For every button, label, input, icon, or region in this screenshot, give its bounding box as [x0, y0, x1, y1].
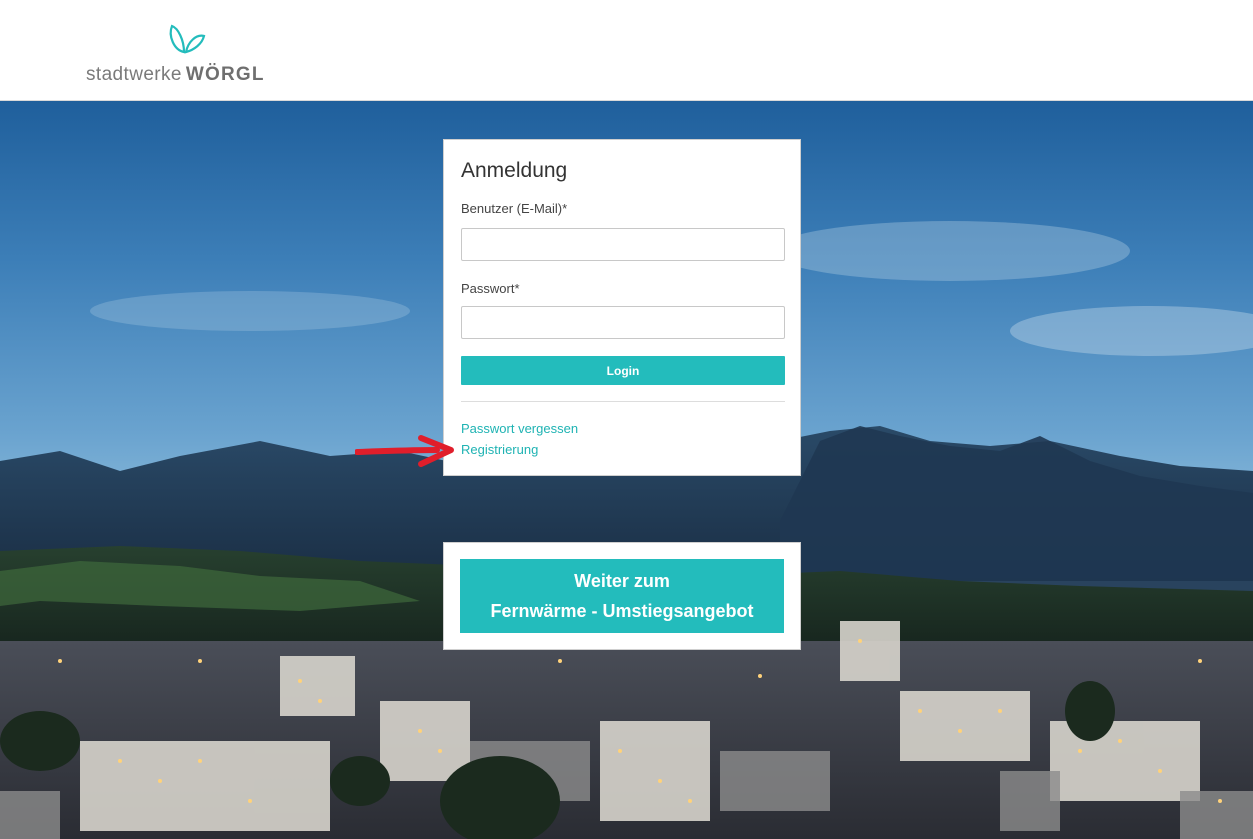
card-divider: [461, 401, 785, 402]
site-header: stadtwerke WÖRGL: [0, 0, 1253, 101]
forgot-password-link[interactable]: Passwort vergessen: [461, 421, 578, 436]
site-logo[interactable]: stadtwerke WÖRGL: [86, 22, 286, 88]
logo-text-light: stadtwerke: [86, 64, 182, 85]
login-card: Anmeldung Benutzer (E-Mail)* Passwort* L…: [443, 139, 801, 476]
cta-line-2: Fernwärme - Umstiegsangebot: [490, 601, 754, 621]
login-title: Anmeldung: [461, 159, 568, 182]
login-button[interactable]: Login: [461, 356, 785, 385]
cta-card: Weiter zum Fernwärme - Umstiegsangebot: [443, 542, 801, 650]
user-email-label: Benutzer (E-Mail)*: [461, 201, 568, 216]
logo-wordmark: stadtwerke WÖRGL: [86, 64, 265, 86]
logo-text-bold: WÖRGL: [185, 64, 265, 85]
butterfly-logo-icon: [169, 24, 206, 54]
register-link[interactable]: Registrierung: [461, 442, 538, 457]
user-email-input[interactable]: [461, 228, 785, 261]
password-label: Passwort*: [461, 281, 520, 296]
district-heating-offer-button[interactable]: Weiter zum Fernwärme - Umstiegsangebot: [460, 559, 784, 633]
cta-line-1: Weiter zum: [574, 571, 670, 591]
password-input[interactable]: [461, 306, 785, 339]
red-arrow-icon: [355, 435, 454, 467]
